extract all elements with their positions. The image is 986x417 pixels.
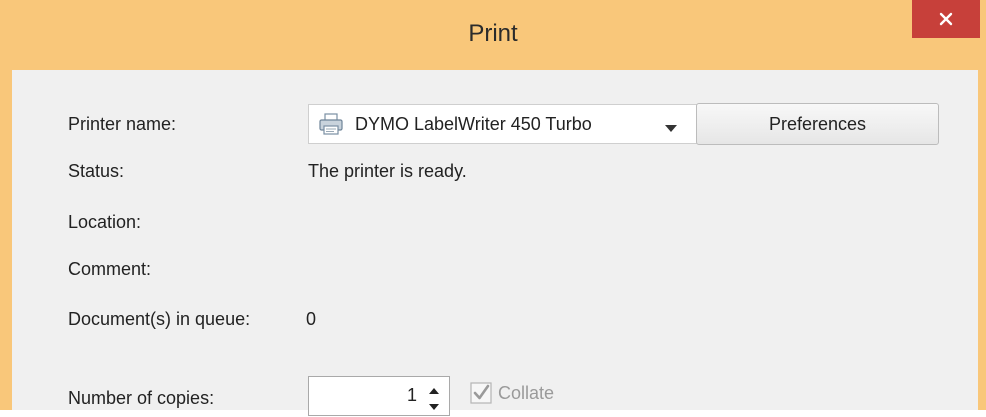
collate-checkbox[interactable]: Collate bbox=[470, 382, 554, 404]
close-icon bbox=[939, 12, 953, 26]
dialog-title: Print bbox=[468, 20, 518, 47]
queue-label: Document(s) in queue: bbox=[68, 309, 251, 329]
close-button[interactable] bbox=[912, 0, 980, 38]
checkbox-icon[interactable] bbox=[470, 382, 492, 404]
dialog-content: Printer name: DYMO LabelWriter 450 Turbo… bbox=[12, 70, 978, 416]
collate-label: Collate bbox=[498, 382, 555, 403]
spin-down-icon[interactable] bbox=[427, 399, 441, 410]
printer-select-value: DYMO LabelWriter 450 Turbo bbox=[355, 113, 592, 134]
printer-icon bbox=[319, 112, 345, 136]
location-label: Location: bbox=[68, 212, 142, 232]
copies-label: Number of copies: bbox=[68, 388, 215, 408]
copies-stepper[interactable]: 1 bbox=[308, 376, 450, 416]
printer-select[interactable]: DYMO LabelWriter 450 Turbo bbox=[308, 104, 700, 144]
comment-label: Comment: bbox=[68, 259, 152, 279]
status-value: The printer is ready. bbox=[308, 161, 467, 181]
chevron-down-icon[interactable] bbox=[665, 120, 677, 138]
queue-value: 0 bbox=[306, 309, 317, 329]
printer-name-label: Printer name: bbox=[68, 114, 177, 134]
title-bar[interactable]: Print bbox=[0, 0, 986, 70]
preferences-button[interactable]: Preferences bbox=[696, 103, 939, 145]
print-dialog: Print Printer name: DYMO LabelWriter 450… bbox=[0, 0, 986, 416]
copies-value[interactable]: 1 bbox=[407, 385, 417, 406]
spin-up-icon[interactable] bbox=[427, 383, 441, 394]
status-label: Status: bbox=[68, 161, 125, 181]
